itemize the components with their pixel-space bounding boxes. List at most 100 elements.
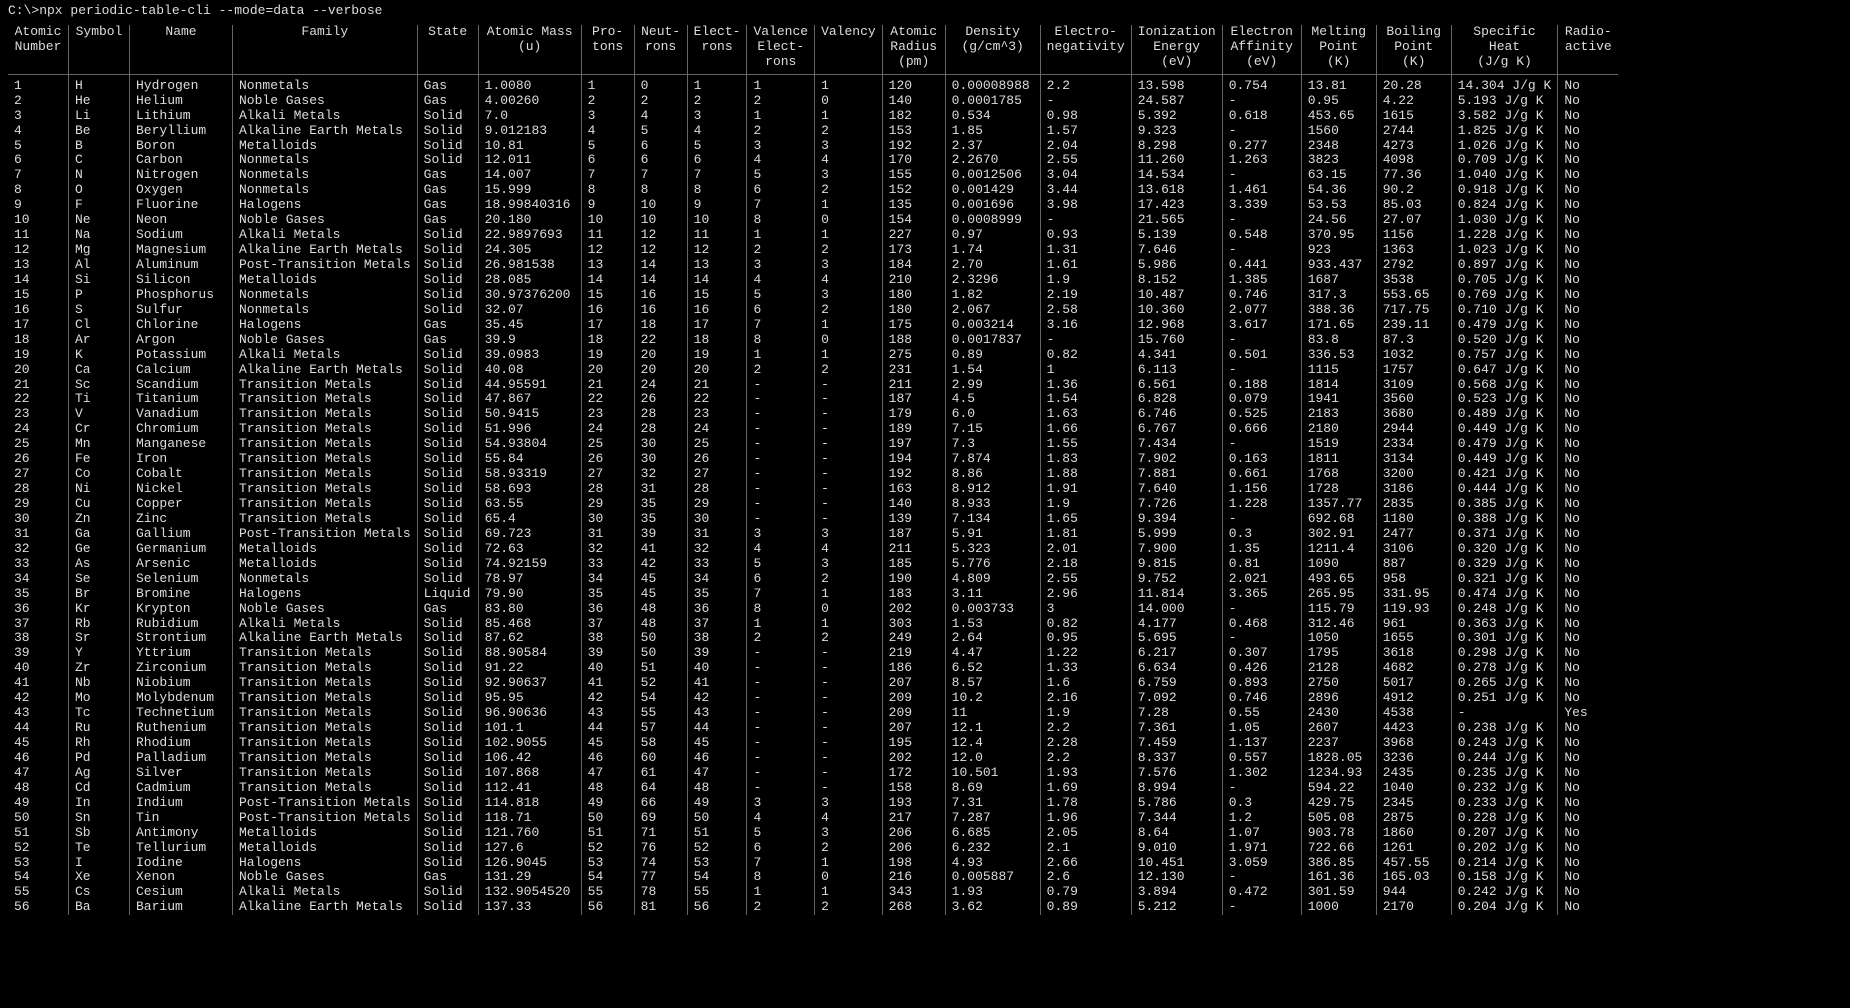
table-cell: 21 xyxy=(581,378,634,393)
table-cell: Fe xyxy=(69,452,130,467)
table-cell: 1.385 xyxy=(1222,273,1301,288)
table-cell: - xyxy=(1040,333,1131,348)
table-cell: 10.451 xyxy=(1131,856,1222,871)
table-cell: 944 xyxy=(1376,885,1451,900)
table-cell: 2792 xyxy=(1376,258,1451,273)
table-cell: Chlorine xyxy=(130,318,233,333)
table-cell: 0.003733 xyxy=(945,602,1040,617)
table-cell: 5.392 xyxy=(1131,109,1222,124)
table-cell: 0.363 J/g K xyxy=(1451,617,1558,632)
table-cell: Nonmetals xyxy=(233,74,418,93)
table-cell: Halogens xyxy=(233,318,418,333)
table-cell: I xyxy=(69,856,130,871)
table-cell: Ag xyxy=(69,766,130,781)
table-cell: Post-Transition Metals xyxy=(233,258,418,273)
table-cell: 47 xyxy=(8,766,69,781)
table-cell: 1 xyxy=(747,348,815,363)
table-cell: Sc xyxy=(69,378,130,393)
table-cell: 5 xyxy=(8,139,69,154)
table-cell: 4.22 xyxy=(1376,94,1451,109)
table-cell: Transition Metals xyxy=(233,661,418,676)
table-cell: 185 xyxy=(882,557,945,572)
table-cell: Sulfur xyxy=(130,303,233,318)
table-cell: 0.321 J/g K xyxy=(1451,572,1558,587)
table-cell: 192 xyxy=(882,139,945,154)
table-cell: No xyxy=(1558,766,1619,781)
table-cell: 6 xyxy=(747,572,815,587)
table-cell: 1.825 J/g K xyxy=(1451,124,1558,139)
table-cell: 5.999 xyxy=(1131,527,1222,542)
table-cell: - xyxy=(815,407,883,422)
table-cell: 22 xyxy=(8,392,69,407)
table-cell: - xyxy=(815,691,883,706)
table-cell: 28 xyxy=(634,407,687,422)
table-cell: 0.207 J/g K xyxy=(1451,826,1558,841)
table-cell: 30 xyxy=(581,512,634,527)
table-cell: 3.62 xyxy=(945,900,1040,915)
table-cell: 15 xyxy=(581,288,634,303)
table-cell: Sb xyxy=(69,826,130,841)
table-cell: 1519 xyxy=(1301,437,1376,452)
table-cell: Mn xyxy=(69,437,130,452)
table-cell: 4.93 xyxy=(945,856,1040,871)
table-cell: - xyxy=(747,497,815,512)
table-cell: 0.557 xyxy=(1222,751,1301,766)
table-cell: Zr xyxy=(69,661,130,676)
table-cell: Metalloids xyxy=(233,542,418,557)
table-cell: Kr xyxy=(69,602,130,617)
table-cell: 52 xyxy=(8,841,69,856)
table-cell: 32 xyxy=(634,467,687,482)
table-cell: Nitrogen xyxy=(130,168,233,183)
table-cell: 43 xyxy=(8,706,69,721)
table-cell: 3 xyxy=(747,258,815,273)
table-cell: 61 xyxy=(634,766,687,781)
table-cell: 56 xyxy=(687,900,747,915)
table-cell: 7.28 xyxy=(1131,706,1222,721)
table-cell: 19 xyxy=(687,348,747,363)
table-cell: 5.776 xyxy=(945,557,1040,572)
table-cell: 1 xyxy=(815,885,883,900)
table-cell: 3 xyxy=(687,109,747,124)
table-cell: 72.63 xyxy=(478,542,581,557)
table-cell: 5 xyxy=(581,139,634,154)
table-cell: 32 xyxy=(8,542,69,557)
table-row: 25MnManganeseTransition MetalsSolid54.93… xyxy=(8,437,1618,452)
table-cell: No xyxy=(1558,617,1619,632)
table-cell: 2 xyxy=(815,183,883,198)
table-cell: 11 xyxy=(581,228,634,243)
table-cell: Transition Metals xyxy=(233,512,418,527)
table-cell: 2744 xyxy=(1376,124,1451,139)
table-cell: 4.00260 xyxy=(478,94,581,109)
table-cell: 49 xyxy=(8,796,69,811)
table-cell: Transition Metals xyxy=(233,706,418,721)
table-cell: Transition Metals xyxy=(233,467,418,482)
table-cell: 0.301 J/g K xyxy=(1451,631,1558,646)
table-cell: Co xyxy=(69,467,130,482)
table-cell: 1795 xyxy=(1301,646,1376,661)
table-cell: 95.95 xyxy=(478,691,581,706)
table-cell: Solid xyxy=(417,139,478,154)
table-cell: Liquid xyxy=(417,587,478,602)
table-cell: Ruthenium xyxy=(130,721,233,736)
table-cell: Nonmetals xyxy=(233,288,418,303)
table-cell: 1560 xyxy=(1301,124,1376,139)
table-cell: 2750 xyxy=(1301,676,1376,691)
table-cell: 2.04 xyxy=(1040,139,1131,154)
table-cell: 119.93 xyxy=(1376,602,1451,617)
table-cell: 3.04 xyxy=(1040,168,1131,183)
table-row: 3LiLithiumAlkali MetalsSolid7.0343111820… xyxy=(8,109,1618,124)
table-cell: Ba xyxy=(69,900,130,915)
table-cell: No xyxy=(1558,213,1619,228)
table-row: 50SnTinPost-Transition MetalsSolid118.71… xyxy=(8,811,1618,826)
table-cell: 53 xyxy=(687,856,747,871)
table-cell: - xyxy=(1222,900,1301,915)
table-cell: Sodium xyxy=(130,228,233,243)
table-cell: Neon xyxy=(130,213,233,228)
table-cell: 163 xyxy=(882,482,945,497)
table-cell: 35 xyxy=(634,497,687,512)
table-cell: 0.243 J/g K xyxy=(1451,736,1558,751)
table-cell: Halogens xyxy=(233,198,418,213)
table-cell: 0.329 J/g K xyxy=(1451,557,1558,572)
table-cell: Halogens xyxy=(233,856,418,871)
table-cell: Ni xyxy=(69,482,130,497)
